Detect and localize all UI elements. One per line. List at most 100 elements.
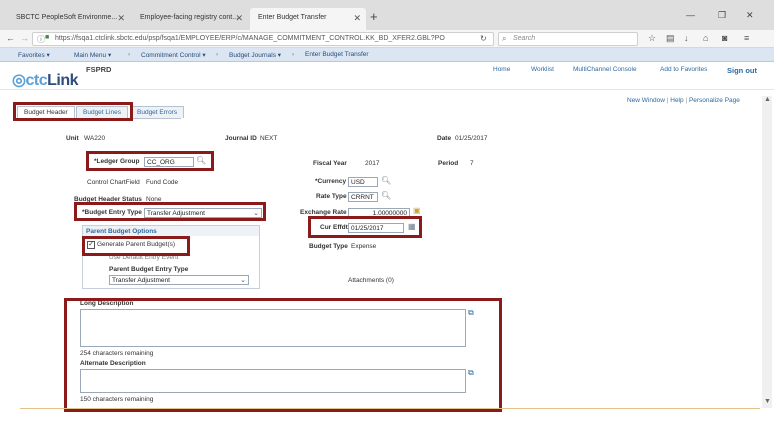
- lookup-icon[interactable]: 🔍︎: [381, 176, 391, 185]
- divider: [20, 408, 760, 409]
- use-default-entry-label: Use Default Entry Event: [109, 254, 179, 261]
- browser-tab-active[interactable]: Enter Budget Transfer ✕: [250, 8, 366, 30]
- expand-textarea-icon[interactable]: ⧉: [468, 308, 474, 318]
- browser-tab-bar: SBCTC PeopleSoft Environme... ✕ Employee…: [0, 0, 774, 30]
- tab-budget-errors[interactable]: Budget Errors: [130, 106, 185, 118]
- parent-entry-type-select[interactable]: Transfer Adjustment ⌄: [109, 275, 249, 285]
- currency-input[interactable]: USD: [348, 177, 378, 187]
- budget-entry-type-select[interactable]: Transfer Adjustment ⌄: [144, 208, 262, 218]
- attachments-link[interactable]: Attachments (0): [348, 277, 394, 284]
- exchange-rate-label: Exchange Rate: [300, 209, 347, 216]
- cur-effdt-input[interactable]: 01/25/2017: [348, 223, 404, 233]
- exchange-rate-detail-icon[interactable]: ▣: [413, 206, 421, 215]
- generate-parent-label: Generate Parent Budget(s): [97, 241, 176, 248]
- budget-header-status-label: Budget Header Status: [74, 196, 142, 203]
- forward-icon[interactable]: →: [20, 33, 29, 43]
- url-input[interactable]: ⓘ ■ https://fsqa1.ctclink.sbctc.edu/psp/…: [32, 32, 494, 46]
- budget-type-value: Expense: [351, 243, 377, 250]
- alternate-description-textarea[interactable]: [80, 369, 466, 393]
- home-link[interactable]: Home: [493, 66, 510, 73]
- app-header: ◎ctcLink FSPRD Home Worklist MultiChanne…: [0, 62, 774, 90]
- ctclink-logo: ◎ctcLink: [12, 72, 78, 89]
- tab-budget-header[interactable]: Budget Header: [17, 106, 75, 118]
- budget-entry-type-label: *Budget Entry Type: [82, 209, 142, 216]
- new-tab-icon[interactable]: +: [370, 9, 378, 24]
- long-description-textarea[interactable]: [80, 309, 466, 347]
- address-bar-row: ← → ⓘ ■ https://fsqa1.ctclink.sbctc.edu/…: [0, 30, 774, 48]
- control-chartfield-label: Control ChartField: [87, 179, 140, 186]
- restore-icon[interactable]: ❐: [718, 10, 726, 21]
- close-icon[interactable]: ✕: [235, 13, 243, 24]
- add-to-favorites-link[interactable]: Add to Favorites: [660, 66, 707, 73]
- alternate-description-remaining: 150 characters remaining: [80, 396, 154, 403]
- lock-icon: ■: [45, 34, 50, 41]
- library-icon[interactable]: ▤: [666, 33, 675, 44]
- search-input[interactable]: ⌕ Search: [498, 32, 638, 46]
- calendar-icon[interactable]: ▦: [408, 222, 416, 231]
- personalize-page-link[interactable]: Personalize Page: [689, 97, 740, 104]
- lookup-icon[interactable]: 🔍︎: [196, 156, 206, 165]
- breadcrumb-budget-journals[interactable]: Budget Journals ▾: [229, 51, 281, 59]
- period-value: 7: [470, 160, 474, 167]
- journal-id-value: NEXT: [260, 135, 278, 142]
- main-menu[interactable]: Main Menu ▾: [74, 51, 111, 59]
- unit-value: WA220: [84, 135, 106, 142]
- date-value: 01/25/2017: [455, 135, 488, 142]
- tab-label: Employee-facing registry cont...: [140, 14, 239, 21]
- breadcrumb-commitment-control[interactable]: Commitment Control ▾: [141, 51, 206, 59]
- generate-parent-checkbox[interactable]: ✓: [87, 241, 95, 249]
- multichannel-console-link[interactable]: MultiChannel Console: [573, 66, 637, 73]
- pocket-icon[interactable]: ◙: [722, 33, 727, 43]
- new-window-link[interactable]: New Window: [627, 97, 665, 104]
- exchange-rate-input[interactable]: 1.00000000: [348, 208, 410, 218]
- alternate-description-label: Alternate Description: [80, 360, 146, 367]
- sign-out-link[interactable]: Sign out: [727, 66, 757, 75]
- fiscal-year-label: Fiscal Year: [313, 160, 347, 167]
- chevron-down-icon: ⌄: [240, 277, 246, 284]
- ledger-group-input[interactable]: CC_ORG: [144, 157, 194, 167]
- minimize-icon[interactable]: —: [686, 10, 695, 20]
- search-placeholder: Search: [513, 35, 536, 42]
- url-text: https://fsqa1.ctclink.sbctc.edu/psp/fsqa…: [55, 35, 445, 42]
- tab-budget-lines[interactable]: Budget Lines: [76, 106, 128, 118]
- rate-type-input[interactable]: CRRNT: [348, 192, 378, 202]
- help-link[interactable]: Help: [670, 97, 683, 104]
- tab-label: Enter Budget Transfer: [258, 14, 327, 21]
- fiscal-year-value: 2017: [365, 160, 380, 167]
- tab-label: SBCTC PeopleSoft Environme...: [16, 14, 118, 21]
- reload-icon[interactable]: ↻: [480, 34, 487, 43]
- scroll-down-icon[interactable]: ▼: [764, 398, 771, 405]
- breadcrumb: Favorites ▾ Main Menu ▾ › Commitment Con…: [0, 48, 774, 62]
- back-icon[interactable]: ←: [6, 33, 15, 43]
- close-icon[interactable]: ✕: [353, 13, 361, 24]
- breadcrumb-separator: ›: [128, 51, 131, 58]
- parent-entry-type-value: Transfer Adjustment: [112, 277, 170, 284]
- scrollbar[interactable]: ▲ ▼: [762, 96, 772, 408]
- lookup-icon[interactable]: 🔍︎: [381, 191, 391, 200]
- logo-prefix: ctc: [25, 72, 48, 89]
- breadcrumb-separator: ›: [292, 51, 295, 58]
- home-icon[interactable]: ⌂: [703, 33, 708, 43]
- close-icon[interactable]: ✕: [117, 13, 125, 24]
- long-description-remaining: 254 characters remaining: [80, 350, 154, 357]
- parent-budget-options-title: Parent Budget Options: [86, 228, 157, 235]
- logo-suffix: Link: [47, 72, 78, 89]
- browser-tab[interactable]: SBCTC PeopleSoft Environme... ✕: [8, 8, 130, 30]
- journal-id-label: Journal ID: [225, 135, 257, 142]
- browser-tab[interactable]: Employee-facing registry cont... ✕: [132, 8, 248, 30]
- info-icon[interactable]: ⓘ: [37, 34, 45, 45]
- budget-header-status-value: None: [146, 196, 162, 203]
- worklist-link[interactable]: Worklist: [531, 66, 554, 73]
- window-close-icon[interactable]: ✕: [746, 10, 754, 21]
- parent-budget-options-group: Parent Budget Options ✓ Generate Parent …: [82, 225, 260, 289]
- expand-textarea-icon[interactable]: ⧉: [468, 368, 474, 378]
- scroll-up-icon[interactable]: ▲: [764, 96, 771, 103]
- favorites-menu[interactable]: Favorites ▾: [18, 51, 50, 59]
- parent-entry-type-label: Parent Budget Entry Type: [109, 266, 189, 273]
- breadcrumb-separator: ›: [216, 51, 219, 58]
- breadcrumb-enter-budget-transfer[interactable]: Enter Budget Transfer: [305, 51, 369, 58]
- bookmark-star-icon[interactable]: ☆: [648, 33, 656, 44]
- menu-icon[interactable]: ≡: [744, 33, 749, 43]
- cur-effdt-label: Cur Effdt: [320, 224, 348, 231]
- download-icon[interactable]: ↓: [684, 33, 689, 43]
